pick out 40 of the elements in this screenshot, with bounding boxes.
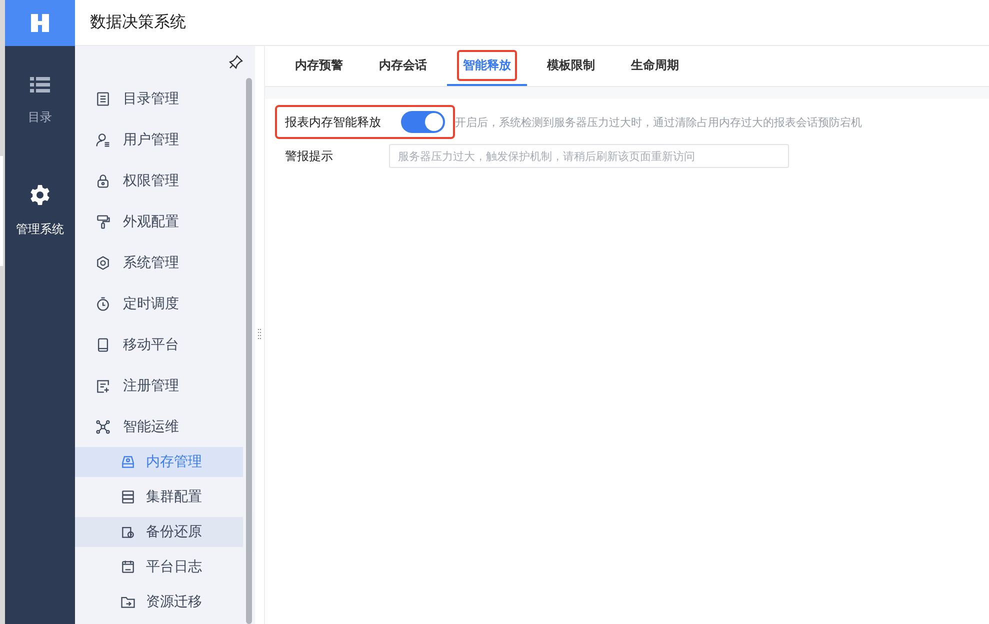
sidebar-item[interactable]: 移动平台 <box>75 324 243 365</box>
pin-icon[interactable] <box>229 55 243 69</box>
sidebar-item[interactable]: 用户管理 <box>75 119 243 160</box>
app-title: 数据决策系统 <box>90 12 186 33</box>
calendar-icon <box>120 559 136 575</box>
rail-item[interactable]: 目录 <box>0 46 75 156</box>
list-icon <box>95 90 111 106</box>
stack-icon <box>120 489 136 505</box>
sidebar-item[interactable]: 注册管理 <box>75 365 243 406</box>
tab[interactable]: 内存预警 <box>279 46 359 86</box>
form-icon <box>95 378 111 394</box>
clock-icon <box>95 296 111 312</box>
tablet-icon <box>95 336 111 352</box>
tab[interactable]: 内存会话 <box>363 46 443 86</box>
tab[interactable]: 模板限制 <box>531 46 611 86</box>
sidebar-subitem[interactable]: 集群配置 <box>75 482 243 512</box>
folder-arrow-icon <box>120 594 136 610</box>
sidebar-item[interactable]: 权限管理 <box>75 160 243 201</box>
toggle-switch[interactable] <box>401 111 445 133</box>
sidebar-item[interactable]: 目录管理 <box>75 78 243 119</box>
lock-icon <box>95 172 111 188</box>
network-icon <box>95 418 111 434</box>
scrollbar[interactable] <box>246 78 252 624</box>
sidebar-item[interactable]: 系统管理 <box>75 242 243 283</box>
setting-label: 报表内存智能释放 <box>285 114 381 130</box>
alert-text-field[interactable]: 服务器压力过大，触发保护机制，请稍后刷新该页面重新访问 <box>389 144 789 168</box>
user-icon <box>95 132 111 148</box>
logo-icon <box>29 12 51 34</box>
sidebar-item[interactable]: 定时调度 <box>75 283 243 324</box>
setting-description: 开启后，系统检测到服务器压力过大时，通过清除占用内存过大的报表会话预防宕机 <box>455 114 862 130</box>
tab[interactable]: 生命周期 <box>615 46 695 86</box>
paint-roller-icon <box>95 214 111 230</box>
sidebar-subitem[interactable]: 平台日志 <box>75 552 243 582</box>
list-icon <box>30 76 50 92</box>
sidebar-item[interactable]: 外观配置 <box>75 201 243 242</box>
sidebar-item[interactable]: 智能运维 <box>75 406 243 447</box>
setting-label: 警报提示 <box>284 148 334 164</box>
sidebar-subitem[interactable]: 资源迁移 <box>75 587 243 617</box>
sidebar-subitem[interactable]: 备份还原 <box>75 517 243 547</box>
device-icon <box>120 454 136 470</box>
